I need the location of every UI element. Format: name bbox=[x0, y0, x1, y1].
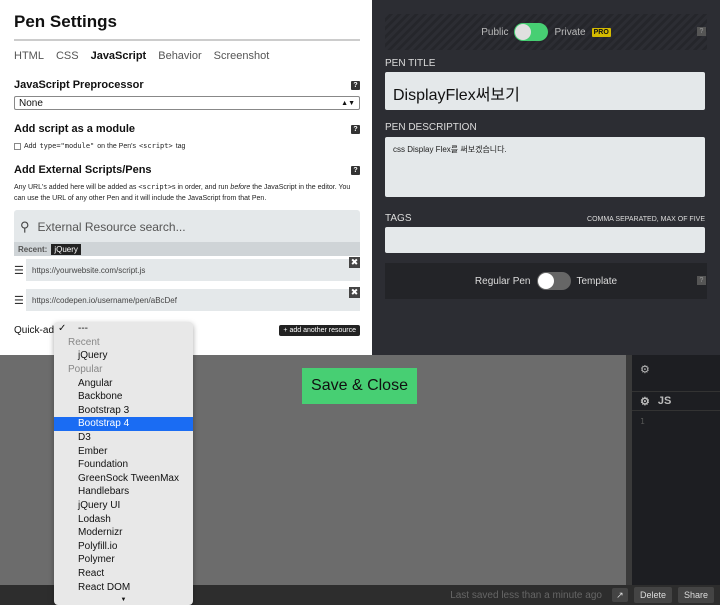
recent-tag-jquery[interactable]: jQuery bbox=[51, 243, 81, 255]
module-heading: Add script as a module ? bbox=[14, 123, 360, 135]
close-icon[interactable]: ✖ bbox=[349, 287, 360, 298]
js-panel-header: ⚙ JS bbox=[632, 391, 720, 411]
dropdown-option[interactable]: Backbone bbox=[54, 390, 193, 404]
external-heading: Add External Scripts/Pens ? bbox=[14, 164, 360, 176]
dropdown-option[interactable]: jQuery bbox=[54, 349, 193, 363]
close-icon[interactable]: ✖ bbox=[349, 257, 360, 268]
template-label: Template bbox=[576, 275, 618, 287]
tags-input[interactable] bbox=[385, 227, 705, 253]
dropdown-group-popular: Popular bbox=[68, 364, 103, 376]
pen-details-panel: Public Private PRO ? PEN TITLE DisplayFl… bbox=[372, 0, 720, 355]
dropdown-option[interactable]: Lodash bbox=[54, 512, 193, 526]
help-icon[interactable]: ? bbox=[351, 80, 360, 90]
module-code: type="module" bbox=[39, 142, 95, 150]
help-icon[interactable]: ? bbox=[697, 276, 706, 285]
dropdown-option[interactable]: Foundation bbox=[54, 458, 193, 472]
drag-handle-icon[interactable]: ☰ bbox=[14, 264, 24, 277]
tab-html[interactable]: HTML bbox=[14, 50, 44, 62]
resource-url-input[interactable]: https://codepen.io/username/pen/aBcDef bbox=[26, 289, 360, 311]
external-description: Any URL's added here will be added as <s… bbox=[14, 183, 351, 202]
pen-title-input[interactable]: DisplayFlex써보기 bbox=[385, 72, 705, 110]
dropdown-popular-list: Angular Backbone Bootstrap 3 Bootstrap 4 D3 E… bbox=[54, 376, 193, 594]
delete-button[interactable]: Delete bbox=[633, 587, 672, 603]
search-placeholder: External Resource search... bbox=[37, 220, 186, 234]
tags-label: TAGS bbox=[385, 213, 412, 224]
line-number: 1 bbox=[640, 417, 645, 426]
resource-row: ☰ https://yourwebsite.com/script.js ✖ bbox=[14, 257, 360, 281]
pen-description-textarea[interactable]: css Display Flex를 써보겠습니다. bbox=[385, 137, 705, 197]
dropdown-group-recent: Recent bbox=[68, 336, 100, 348]
dropdown-option[interactable]: React bbox=[54, 567, 193, 581]
module-text-middle: on the Pen's bbox=[97, 142, 136, 150]
dropdown-option[interactable]: Polyfill.io bbox=[54, 540, 193, 554]
gear-icon[interactable]: ⚙ bbox=[640, 363, 650, 376]
save-close-button[interactable]: Save & Close bbox=[302, 368, 417, 404]
scroll-down-icon[interactable]: ▼ bbox=[54, 597, 193, 603]
share-button[interactable]: Share bbox=[677, 587, 714, 603]
resource-search-box: ⚲ External Resource search... Recent: jQ… bbox=[14, 210, 360, 256]
help-icon[interactable]: ? bbox=[351, 165, 360, 175]
page-title: Pen Settings bbox=[14, 12, 360, 41]
js-editor-panel: ⚙ ⚙ JS 1 bbox=[632, 355, 720, 585]
drag-handle-icon[interactable]: ☰ bbox=[14, 294, 24, 307]
regular-pen-label: Regular Pen bbox=[474, 275, 531, 287]
template-toggle-bar: Regular Pen Template bbox=[385, 263, 707, 299]
pen-title-label: PEN TITLE bbox=[385, 58, 436, 69]
resource-search-input[interactable]: ⚲ External Resource search... bbox=[20, 216, 186, 238]
resource-row: ☰ https://codepen.io/username/pen/aBcDef… bbox=[14, 287, 360, 311]
module-text-prefix: Add bbox=[24, 142, 37, 150]
module-label: Add script as a module bbox=[14, 123, 136, 135]
dropdown-option[interactable]: Angular bbox=[54, 376, 193, 390]
dropdown-option[interactable]: Ember bbox=[54, 444, 193, 458]
module-text-suffix: tag bbox=[175, 142, 186, 150]
settings-tabs: HTML CSS JavaScript Behavior Screenshot bbox=[14, 50, 358, 62]
public-label: Public bbox=[481, 26, 509, 38]
dropdown-option[interactable]: Handlebars bbox=[54, 485, 193, 499]
preprocessor-value: None bbox=[19, 97, 43, 109]
preprocessor-heading: JavaScript Preprocessor ? bbox=[14, 79, 360, 91]
preprocessor-select[interactable]: None ▲▼ bbox=[14, 96, 360, 110]
tags-hint: COMMA SEPARATED, MAX OF FIVE bbox=[587, 216, 705, 223]
search-icon: ⚲ bbox=[20, 219, 30, 234]
gear-icon[interactable]: ⚙ bbox=[640, 395, 650, 408]
module-tag-code: <script> bbox=[138, 142, 173, 150]
dropdown-option[interactable]: Bootstrap 4 bbox=[54, 417, 193, 431]
module-option: Add type="module" on the Pen's <script> … bbox=[14, 142, 358, 150]
recent-bar: Recent: jQuery bbox=[14, 242, 360, 256]
js-panel-label: JS bbox=[657, 395, 672, 407]
dropdown-option[interactable]: jQuery UI bbox=[54, 499, 193, 513]
dropdown-option[interactable]: React DOM bbox=[54, 580, 193, 594]
help-icon[interactable]: ? bbox=[697, 27, 706, 36]
add-resource-button[interactable]: + add another resource bbox=[279, 324, 360, 336]
dropdown-option[interactable]: Modernizr bbox=[54, 526, 193, 540]
dropdown-option[interactable]: Polymer bbox=[54, 553, 193, 567]
resource-url-input[interactable]: https://yourwebsite.com/script.js bbox=[26, 259, 360, 281]
tab-css[interactable]: CSS bbox=[56, 50, 79, 62]
template-toggle[interactable] bbox=[536, 272, 571, 290]
chevron-updown-icon: ▲▼ bbox=[341, 99, 355, 107]
pen-description-label: PEN DESCRIPTION bbox=[385, 122, 477, 133]
external-link-icon[interactable]: ↗ bbox=[611, 588, 628, 602]
preprocessor-label: JavaScript Preprocessor bbox=[14, 79, 144, 91]
quick-add-dropdown[interactable]: ✓ --- Recent jQuery Popular Angular Backbo… bbox=[54, 322, 193, 605]
privacy-toggle[interactable] bbox=[514, 23, 549, 41]
dropdown-option[interactable]: GreenSock TweenMax bbox=[54, 472, 193, 486]
tab-behavior[interactable]: Behavior bbox=[158, 50, 201, 62]
private-label: Private bbox=[554, 26, 586, 38]
dropdown-option-none[interactable]: ✓ --- bbox=[54, 322, 193, 336]
recent-label: Recent: bbox=[18, 244, 48, 254]
tab-screenshot[interactable]: Screenshot bbox=[214, 50, 270, 62]
dropdown-option[interactable]: Bootstrap 3 bbox=[54, 404, 193, 418]
pro-badge: PRO bbox=[591, 27, 611, 37]
external-label: Add External Scripts/Pens bbox=[14, 164, 152, 176]
help-icon[interactable]: ? bbox=[351, 124, 360, 134]
tab-javascript[interactable]: JavaScript bbox=[91, 50, 147, 62]
privacy-toggle-bar: Public Private PRO bbox=[385, 14, 707, 50]
module-checkbox[interactable] bbox=[14, 142, 21, 150]
dropdown-option[interactable]: D3 bbox=[54, 431, 193, 445]
checkmark-icon: ✓ bbox=[58, 323, 67, 335]
saved-status: Last saved less than a minute ago bbox=[450, 589, 602, 601]
